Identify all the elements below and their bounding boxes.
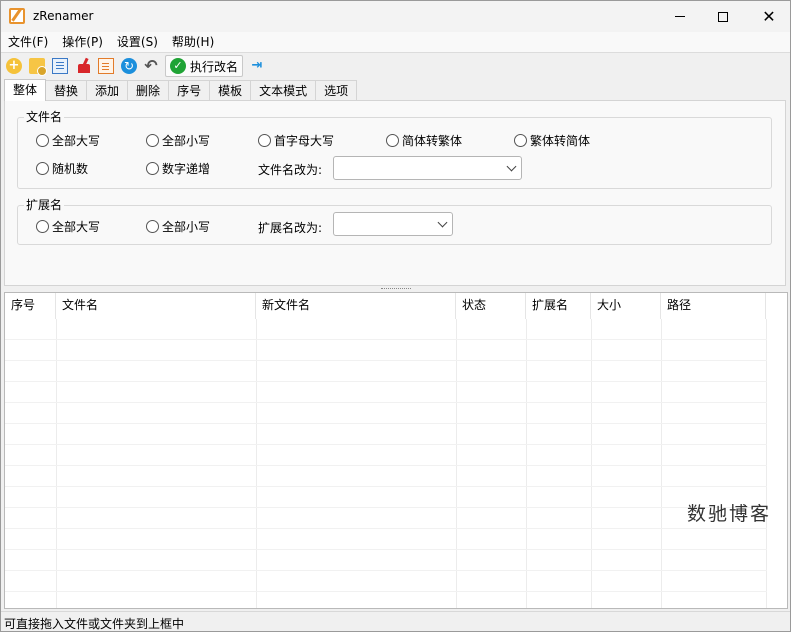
- menu-file[interactable]: 文件(F): [1, 32, 55, 52]
- column-header-path[interactable]: 路径: [661, 293, 766, 319]
- grid-row-line: [5, 570, 767, 571]
- radio-circle[interactable]: [36, 162, 49, 175]
- chevron-down-icon: [437, 217, 448, 228]
- grid-column-line: [56, 319, 57, 608]
- execute-rename-label: 执行改名: [190, 59, 239, 74]
- radio-uppercase[interactable]: 全部大写: [36, 132, 100, 149]
- chevron-down-icon: [506, 161, 517, 172]
- grid-row-line: [5, 360, 767, 361]
- radio-circle[interactable]: [514, 134, 527, 147]
- add-file-icon[interactable]: +: [6, 58, 22, 74]
- radio-ext-lowercase[interactable]: 全部小写: [146, 218, 210, 235]
- grid-column-line: [766, 319, 767, 608]
- close-icon: ✕: [762, 6, 776, 26]
- refresh-icon[interactable]: ↻: [121, 58, 137, 74]
- app-logo-icon: [9, 8, 25, 24]
- filename-group: 文件名 全部大写 全部小写 首字母大写 简体转繁体 繁体转简体 随机数 数字递增…: [17, 110, 772, 189]
- grid-column-line: [456, 319, 457, 608]
- tab-overall[interactable]: 整体: [4, 79, 47, 101]
- tab-strip: 整体 替换 添加 删除 序号 模板 文本模式 选项: [4, 79, 358, 101]
- grid-row-line: [5, 549, 767, 550]
- grid-row-line: [5, 423, 767, 424]
- list-icon[interactable]: [52, 58, 68, 74]
- radio-circle[interactable]: [146, 220, 159, 233]
- tab-add[interactable]: 添加: [86, 80, 129, 101]
- tab-panel-overall: 文件名 全部大写 全部小写 首字母大写 简体转繁体 繁体转简体 随机数 数字递增…: [4, 100, 786, 286]
- status-bar: 可直接拖入文件或文件夹到上框中: [1, 611, 790, 631]
- maximize-button[interactable]: [700, 1, 746, 32]
- radio-circle[interactable]: [386, 134, 399, 147]
- column-header-status[interactable]: 状态: [456, 293, 526, 319]
- title-bar: zRenamer ✕: [1, 1, 790, 32]
- grid-row-line: [5, 486, 767, 487]
- radio-circle[interactable]: [146, 162, 159, 175]
- radio-traditional-to-simplified[interactable]: 繁体转简体: [514, 132, 590, 149]
- status-text: 可直接拖入文件或文件夹到上框中: [4, 617, 185, 631]
- radio-circle[interactable]: [36, 220, 49, 233]
- radio-circle[interactable]: [36, 134, 49, 147]
- column-header-filename[interactable]: 文件名: [56, 293, 256, 319]
- tab-replace[interactable]: 替换: [45, 80, 88, 101]
- filename-rename-combo[interactable]: [333, 156, 522, 180]
- grid-row-line: [5, 465, 767, 466]
- document-icon[interactable]: [98, 58, 114, 74]
- splitter-handle[interactable]: [381, 288, 411, 291]
- grid-row-line: [5, 528, 767, 529]
- column-header-index[interactable]: 序号: [5, 293, 56, 319]
- radio-lowercase[interactable]: 全部小写: [146, 132, 210, 149]
- column-header-new-filename[interactable]: 新文件名: [256, 293, 456, 319]
- pin-icon[interactable]: ⇥: [249, 58, 265, 74]
- file-table[interactable]: 序号 文件名 新文件名 状态 扩展名 大小 路径: [4, 292, 788, 609]
- grid-row-line: [5, 339, 767, 340]
- radio-random-number[interactable]: 随机数: [36, 160, 88, 177]
- window-title: zRenamer: [33, 9, 94, 23]
- grid-column-line: [591, 319, 592, 608]
- extension-rename-label: 扩展名改为:: [258, 221, 323, 235]
- check-icon: ✓: [170, 58, 186, 74]
- extension-rename-combo[interactable]: [333, 212, 453, 236]
- filename-rename-label: 文件名改为:: [258, 163, 323, 177]
- menu-bar: 文件(F) 操作(P) 设置(S) 帮助(H): [1, 32, 790, 52]
- grid-row-line: [5, 381, 767, 382]
- filename-group-title: 文件名: [24, 110, 65, 124]
- table-header: 序号 文件名 新文件名 状态 扩展名 大小 路径: [5, 293, 766, 319]
- extension-group-title: 扩展名: [24, 198, 65, 212]
- grid-row-line: [5, 444, 767, 445]
- grid-column-line: [526, 319, 527, 608]
- tab-delete[interactable]: 删除: [127, 80, 170, 101]
- radio-number-increment[interactable]: 数字递增: [146, 160, 210, 177]
- tab-text-mode[interactable]: 文本模式: [250, 80, 317, 101]
- tab-sequence[interactable]: 序号: [168, 80, 211, 101]
- add-folder-icon[interactable]: [29, 58, 47, 76]
- watermark: 数驰博客: [687, 503, 772, 525]
- toolbar: + ↻ ↶ ✓ 执行改名 ⇥: [1, 52, 790, 78]
- minimize-button[interactable]: [657, 1, 703, 32]
- menu-settings[interactable]: 设置(S): [110, 32, 165, 52]
- minimize-icon: [675, 16, 685, 17]
- column-header-extension[interactable]: 扩展名: [526, 293, 591, 319]
- execute-rename-button[interactable]: ✓ 执行改名: [165, 55, 243, 77]
- extension-group: 扩展名 全部大写 全部小写 扩展名改为:: [17, 198, 772, 245]
- clear-broom-icon[interactable]: [75, 58, 91, 74]
- grid-column-line: [661, 319, 662, 608]
- close-button[interactable]: ✕: [746, 1, 790, 32]
- grid-column-line: [256, 319, 257, 608]
- radio-simplified-to-traditional[interactable]: 简体转繁体: [386, 132, 462, 149]
- tab-options[interactable]: 选项: [315, 80, 358, 101]
- maximize-icon: [718, 11, 728, 22]
- app-window: zRenamer ✕ 文件(F) 操作(P) 设置(S) 帮助(H) + ↻ ↶…: [0, 0, 791, 632]
- radio-capitalize[interactable]: 首字母大写: [258, 132, 334, 149]
- grid-row-line: [5, 402, 767, 403]
- radio-ext-uppercase[interactable]: 全部大写: [36, 218, 100, 235]
- column-header-size[interactable]: 大小: [591, 293, 661, 319]
- tab-template[interactable]: 模板: [209, 80, 252, 101]
- menu-operation[interactable]: 操作(P): [55, 32, 110, 52]
- radio-circle[interactable]: [146, 134, 159, 147]
- radio-circle[interactable]: [258, 134, 271, 147]
- undo-icon[interactable]: ↶: [143, 58, 159, 74]
- grid-row-line: [5, 507, 767, 508]
- grid-row-line: [5, 591, 767, 592]
- menu-help[interactable]: 帮助(H): [165, 32, 221, 52]
